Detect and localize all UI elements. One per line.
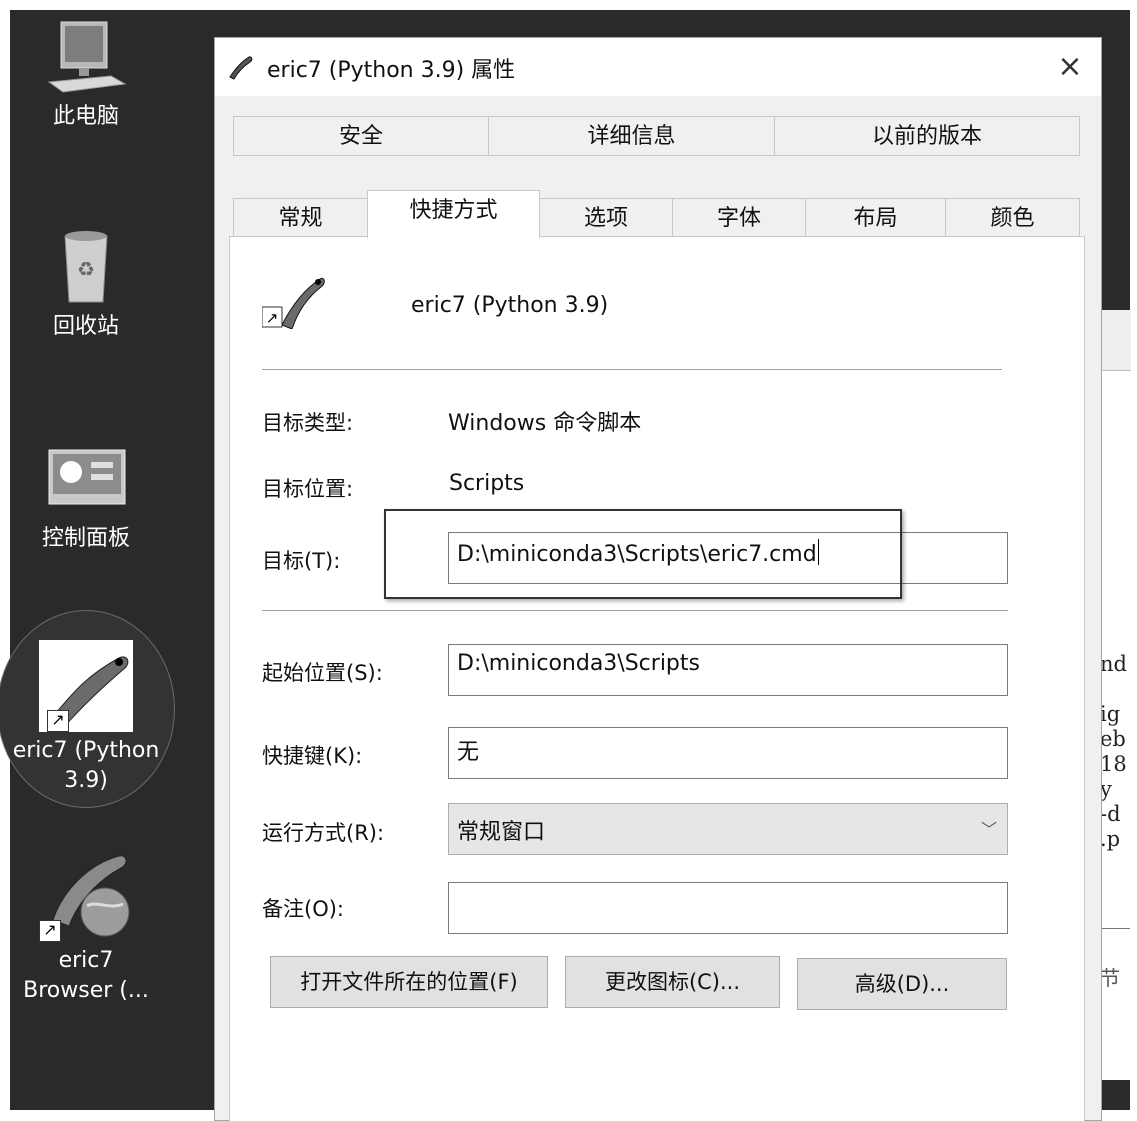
svg-text:↗: ↗ (266, 309, 279, 327)
chevron-down-icon: ﹀ (980, 820, 997, 839)
tab-previous-versions[interactable]: 以前的版本 (774, 116, 1080, 156)
start-in-field[interactable]: D:\miniconda3\Scripts (448, 644, 1008, 696)
divider-middle (262, 610, 1008, 611)
recycle-bin-icon: ♻ (64, 231, 108, 303)
target-type-value: Windows 命令脚本 (448, 411, 642, 436)
shortcut-arrow-icon: ↗ (47, 710, 69, 732)
desktop-icon-label-line1: eric7 (58, 948, 114, 973)
tab-options[interactable]: 选项 (539, 198, 673, 238)
comment-label: 备注(O): (262, 897, 344, 921)
shortcut-arrow-icon: ↗ (39, 920, 61, 942)
start-in-label: 起始位置(S): (262, 661, 383, 685)
tab-layout[interactable]: 布局 (805, 198, 946, 238)
desktop-icon-eric7-browser[interactable]: ↗ eric7 Browser (... (11, 850, 161, 1006)
dialog-titlebar[interactable]: eric7 (Python 3.9) 属性 × (215, 38, 1101, 96)
change-icon-button[interactable]: 更改图标(C)... (565, 956, 780, 1008)
close-icon: × (1057, 49, 1083, 84)
hotkey-field[interactable]: 无 (448, 727, 1008, 779)
close-button[interactable]: × (1047, 44, 1093, 90)
advanced-button[interactable]: 高级(D)... (797, 958, 1007, 1010)
run-select[interactable]: 常规窗口 ﹀ (448, 803, 1008, 855)
desktop-icon-label-line2: 3.9) (64, 768, 108, 793)
tab-general[interactable]: 常规 (233, 198, 368, 238)
background-window-cn-text: 节 (1100, 966, 1120, 990)
desktop-icon-eric7-python[interactable]: ↗ eric7 (Python 3.9) (11, 640, 161, 796)
background-window-text: nd ig eb 18 y -d .p (1100, 652, 1127, 851)
svg-text:♻: ♻ (77, 257, 95, 281)
shortcut-name: eric7 (Python 3.9) (411, 293, 609, 318)
tab-shortcut[interactable]: 快捷方式 (367, 190, 540, 238)
eric7-title-icon (229, 56, 253, 80)
desktop-icon-label: 回收站 (52, 314, 119, 339)
target-location-label: 目标位置: (262, 477, 354, 501)
run-label: 运行方式(R): (262, 821, 385, 845)
properties-dialog: eric7 (Python 3.9) 属性 × 安全 详细信息 以前的版本 常规… (214, 37, 1102, 1121)
tab-font[interactable]: 字体 (672, 198, 806, 238)
desktop-icon-control-panel[interactable]: 控制面板 (11, 440, 161, 554)
eric7-shortcut-icon: ↗ (262, 277, 325, 329)
comment-field[interactable] (448, 882, 1008, 934)
background-window-divider (1100, 928, 1130, 929)
desktop-icon-recycle-bin[interactable]: ♻ 回收站 (11, 228, 161, 342)
tab-security[interactable]: 安全 (233, 116, 489, 156)
tab-details[interactable]: 详细信息 (488, 116, 775, 156)
run-value: 常规窗口 (457, 820, 546, 845)
desktop-icon-label: 控制面板 (41, 526, 130, 551)
control-panel-icon (48, 449, 126, 505)
hotkey-label: 快捷键(K): (262, 744, 363, 768)
target-location-value: Scripts (449, 471, 525, 496)
desktop-icon-label-line2: Browser (... (23, 978, 149, 1003)
target-type-label: 目标类型: (262, 411, 354, 435)
highlight-box (384, 509, 902, 599)
desktop-icon-this-pc[interactable]: 此电脑 (11, 18, 161, 132)
computer-icon (47, 21, 127, 93)
desktop-icon-label-line1: eric7 (Python (12, 738, 160, 763)
open-file-location-button[interactable]: 打开文件所在的位置(F) (270, 956, 548, 1008)
divider-top (262, 369, 1002, 370)
dialog-title: eric7 (Python 3.9) 属性 (267, 58, 516, 83)
shortcut-tab-panel: ↗ eric7 (Python 3.9) 目标类型: Windows 命令脚本 … (229, 236, 1085, 1121)
target-label: 目标(T): (262, 549, 341, 573)
tab-colors[interactable]: 颜色 (945, 198, 1080, 238)
desktop-icon-label: 此电脑 (52, 104, 119, 129)
